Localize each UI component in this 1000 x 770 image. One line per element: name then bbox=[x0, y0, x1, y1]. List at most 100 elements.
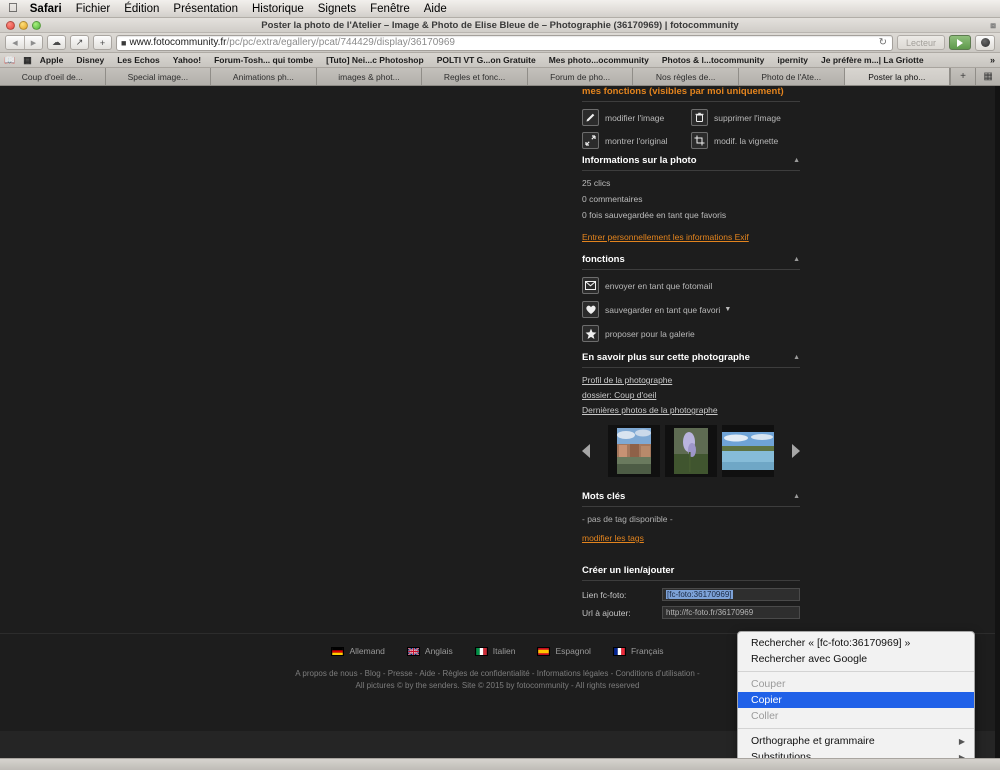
collapse-caret-icon[interactable]: ▲ bbox=[793, 493, 800, 500]
browser-toolbar: ◀ ▶ ☁ ↗ + ■ www.fotocommunity.fr /pc/pc/… bbox=[0, 33, 1000, 53]
bookmark-tuto-photoshop[interactable]: [Tuto] Nei...c Photoshop bbox=[326, 55, 424, 65]
tab-photo-atelier[interactable]: Photo de l'Ate... bbox=[738, 68, 845, 85]
chevron-down-icon[interactable]: ▼ bbox=[724, 306, 731, 313]
forward-arrow-icon[interactable]: ▶ bbox=[24, 36, 42, 49]
lang-anglais[interactable]: Anglais bbox=[406, 646, 453, 656]
plus-icon[interactable]: + bbox=[950, 68, 976, 85]
carousel-next-icon[interactable] bbox=[792, 444, 800, 458]
menu-item-aide[interactable]: Aide bbox=[424, 3, 447, 15]
ctx-orthographe[interactable]: Orthographe et grammaire ▶ bbox=[738, 733, 974, 749]
flag-gb-icon bbox=[406, 646, 420, 656]
ctx-label: Orthographe et grammaire bbox=[751, 735, 875, 747]
action-modif-vignette[interactable]: modif. la vignette bbox=[691, 132, 800, 149]
bookmark-photos-fotocommunity[interactable]: Photos & l...tocommunity bbox=[662, 55, 764, 65]
vertical-scrollbar[interactable] bbox=[995, 86, 1000, 758]
tab-images-phot[interactable]: images & phot... bbox=[316, 68, 423, 85]
ctx-copier[interactable]: Copier bbox=[738, 692, 974, 708]
link-dernieres-photos[interactable]: Dernières photos de la photographe bbox=[582, 405, 800, 415]
tab-poster-la-photo[interactable]: Poster la pho... bbox=[844, 68, 951, 85]
reload-icon[interactable]: ↻ bbox=[879, 37, 887, 48]
action-label: montrer l'original bbox=[605, 135, 668, 146]
footer-links-line-1[interactable]: A propos de nous - Blog - Presse - Aide … bbox=[295, 668, 699, 680]
function-fotomail[interactable]: envoyer en tant que fotomail bbox=[582, 277, 800, 294]
site-icon: ■ bbox=[121, 37, 127, 48]
edit-tags-link[interactable]: modifier les tags bbox=[582, 533, 644, 543]
bookmark-les-echos[interactable]: Les Echos bbox=[117, 55, 160, 65]
download-green-icon[interactable] bbox=[949, 35, 971, 50]
back-arrow-icon[interactable]: ◀ bbox=[6, 36, 24, 49]
tab-regles-fonc[interactable]: Regles et fonc... bbox=[422, 68, 528, 85]
tab-overview-icon[interactable]: ▦ bbox=[975, 68, 1000, 85]
tab-forum-pho[interactable]: Forum de pho... bbox=[527, 68, 634, 85]
bookmark-polti[interactable]: POLTI VT G...on Gratuite bbox=[437, 55, 536, 65]
zoom-button[interactable] bbox=[32, 21, 41, 30]
menu-item-edition[interactable]: Édition bbox=[124, 3, 159, 15]
menu-item-presentation[interactable]: Présentation bbox=[173, 3, 238, 15]
exif-link[interactable]: Entrer personnellement les informations … bbox=[582, 232, 749, 242]
function-favorite[interactable]: sauvegarder en tant que favori ▼ bbox=[582, 301, 800, 318]
section-functions-header[interactable]: fonctions ▲ bbox=[582, 254, 800, 270]
tab-nos-regles[interactable]: Nos règles de... bbox=[633, 68, 739, 85]
function-gallery[interactable]: proposer pour la galerie bbox=[582, 325, 800, 342]
grid-icon[interactable]: ▦ bbox=[23, 55, 32, 66]
link-profil-photographe[interactable]: Profil de la photographe bbox=[582, 375, 800, 385]
window-title: Poster la photo de l'Atelier – Image & P… bbox=[261, 19, 739, 31]
menu-item-fichier[interactable]: Fichier bbox=[76, 3, 111, 15]
bookmark-forum-tosh[interactable]: Forum-Tosh... qui tombe bbox=[214, 55, 313, 65]
circle-button-icon[interactable] bbox=[975, 34, 995, 51]
reader-button[interactable]: Lecteur bbox=[896, 35, 945, 50]
thumbnail-item[interactable] bbox=[665, 425, 717, 477]
tab-animations[interactable]: Animations ph... bbox=[211, 68, 317, 85]
bookmark-la-griotte[interactable]: Je préfère m...| La Griotte bbox=[821, 55, 924, 65]
menu-item-fenetre[interactable]: Fenêtre bbox=[370, 3, 410, 15]
lang-francais[interactable]: Français bbox=[612, 646, 664, 656]
apple-logo-icon[interactable]:  bbox=[8, 1, 18, 14]
section-more-about-header[interactable]: En savoir plus sur cette photographe ▲ bbox=[582, 352, 800, 368]
ctx-coller: Coller bbox=[751, 710, 779, 722]
menu-item-historique[interactable]: Historique bbox=[252, 3, 304, 15]
tab-coup-doeil[interactable]: Coup d'oeil de... bbox=[0, 68, 106, 85]
url-link-input[interactable]: http://fc-foto.fr/36170969 bbox=[662, 606, 800, 619]
info-favorites: 0 fois sauvegardée en tant que favoris bbox=[582, 210, 727, 220]
minimize-button[interactable] bbox=[19, 21, 28, 30]
fullscreen-icon[interactable]: ⧈ bbox=[990, 20, 996, 31]
bookmark-yahoo[interactable]: Yahoo! bbox=[173, 55, 201, 65]
ctx-rechercher-fcfoto[interactable]: Rechercher « [fc-foto:36170969] » bbox=[738, 635, 974, 651]
tab-special-image[interactable]: Special image... bbox=[105, 68, 212, 85]
ctx-substitutions[interactable]: Substitutions ▶ bbox=[738, 749, 974, 758]
bookmark-ipernity[interactable]: ipernity bbox=[777, 55, 808, 65]
action-supprimer-image[interactable]: supprimer l'image bbox=[691, 109, 800, 126]
menu-item-signets[interactable]: Signets bbox=[318, 3, 356, 15]
share-icon[interactable]: ↗ bbox=[70, 35, 89, 50]
ctx-rechercher-google[interactable]: Rechercher avec Google bbox=[738, 651, 974, 667]
close-button[interactable] bbox=[6, 21, 15, 30]
thumbnail-item[interactable] bbox=[722, 425, 774, 477]
section-keywords-header[interactable]: Mots clés ▲ bbox=[582, 491, 800, 507]
collapse-caret-icon[interactable]: ▲ bbox=[793, 157, 800, 164]
bookmark-mes-photos[interactable]: Mes photo...ocommunity bbox=[549, 55, 649, 65]
bookmark-apple[interactable]: Apple bbox=[40, 55, 64, 65]
trash-icon bbox=[691, 109, 708, 126]
link-dossier[interactable]: dossier: Coup d'oeil bbox=[582, 390, 800, 400]
new-tab-button[interactable]: + bbox=[93, 35, 112, 50]
bookmarks-overflow-icon[interactable]: » bbox=[990, 55, 995, 65]
book-icon[interactable]: 📖 bbox=[4, 55, 15, 66]
url-host: www.fotocommunity.fr bbox=[129, 37, 227, 48]
thumbnail-item[interactable] bbox=[608, 425, 660, 477]
address-bar[interactable]: ■ www.fotocommunity.fr /pc/pc/extra/egal… bbox=[116, 34, 893, 51]
carousel-prev-icon[interactable] bbox=[582, 444, 590, 458]
lang-allemand[interactable]: Allemand bbox=[331, 646, 385, 656]
action-montrer-original[interactable]: montrer l'original bbox=[582, 132, 691, 149]
section-photo-info-header[interactable]: Informations sur la photo ▲ bbox=[582, 155, 800, 171]
action-modifier-image[interactable]: modifier l'image bbox=[582, 109, 691, 126]
fcfoto-link-input[interactable]: [fc-foto:36170969] bbox=[662, 588, 800, 601]
lang-espagnol[interactable]: Espagnol bbox=[537, 646, 591, 656]
icloud-icon[interactable]: ☁ bbox=[47, 35, 66, 50]
bookmark-disney[interactable]: Disney bbox=[76, 55, 104, 65]
lang-italien[interactable]: Italien bbox=[474, 646, 515, 656]
menu-item-safari[interactable]: Safari bbox=[30, 3, 62, 15]
collapse-caret-icon[interactable]: ▲ bbox=[793, 354, 800, 361]
collapse-caret-icon[interactable]: ▲ bbox=[793, 256, 800, 263]
info-clicks: 25 clics bbox=[582, 178, 611, 188]
crop-icon bbox=[691, 132, 708, 149]
